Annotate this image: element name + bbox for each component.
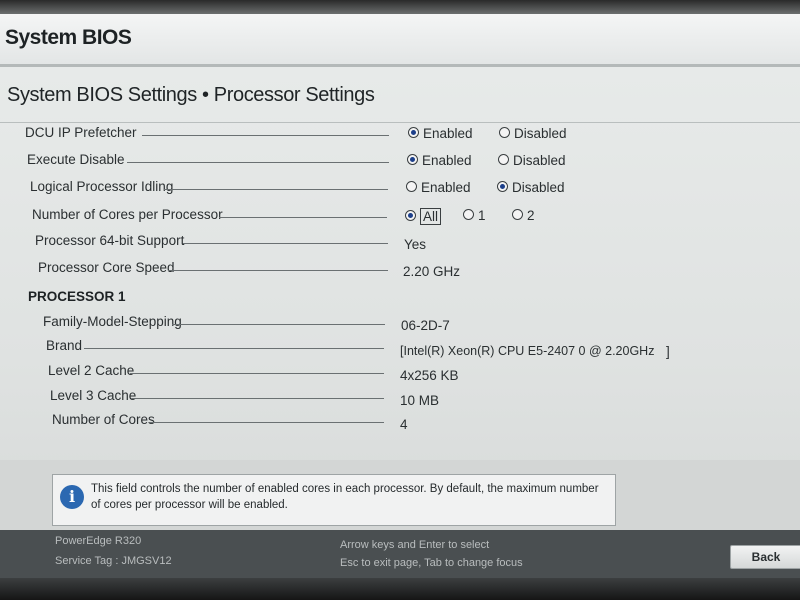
monitor-bezel-top xyxy=(0,0,800,14)
info-value: [Intel(R) Xeon(R) CPU E5-2407 0 @ 2.20GH… xyxy=(400,344,655,358)
leader-line xyxy=(164,189,388,190)
setting-row-dcu-ip-prefetcher: DCU IP Prefetcher Enabled Disabled xyxy=(0,123,760,145)
radio-selected-icon xyxy=(408,127,419,138)
leader-line xyxy=(131,398,384,399)
page-header: System BIOS Settings • Processor Setting… xyxy=(0,72,800,123)
setting-row-processor-64bit-support: Processor 64-bit Support Yes xyxy=(0,231,760,253)
bios-screen: System BIOS System BIOS Settings • Proce… xyxy=(0,0,800,600)
setting-label: Number of Cores per Processor xyxy=(32,207,223,222)
info-row-brand: Brand [Intel(R) Xeon(R) CPU E5-2407 0 @ … xyxy=(0,336,760,359)
radio-option-disabled[interactable]: Disabled xyxy=(498,153,566,168)
info-label: Brand xyxy=(46,338,83,353)
radio-unselected-icon xyxy=(498,154,509,165)
radio-option-enabled[interactable]: Enabled xyxy=(406,180,471,195)
leader-line xyxy=(84,348,384,349)
help-area: i This field controls the number of enab… xyxy=(0,460,800,530)
radio-unselected-icon xyxy=(512,209,523,220)
leader-line xyxy=(183,243,388,244)
radio-unselected-icon xyxy=(463,209,474,220)
setting-label: Processor 64-bit Support xyxy=(35,233,185,248)
radio-selected-icon xyxy=(407,154,418,165)
footer-bar: PowerEdge R320 Service Tag : JMGSV12 Arr… xyxy=(0,530,800,578)
radio-option-1[interactable]: 1 xyxy=(463,208,486,223)
navigation-hint: Arrow keys and Enter to select xyxy=(340,539,490,551)
exit-hint: Esc to exit page, Tab to change focus xyxy=(340,557,523,569)
info-row-number-of-cores: Number of Cores 4 xyxy=(0,410,760,432)
setting-label: DCU IP Prefetcher xyxy=(25,125,137,140)
info-label: Level 2 Cache xyxy=(48,363,135,378)
leader-line xyxy=(127,162,389,163)
setting-value: 2.20 GHz xyxy=(403,264,461,279)
setting-value: Yes xyxy=(404,237,427,252)
info-label: Family-Model-Stepping xyxy=(43,314,182,329)
leader-line xyxy=(168,270,388,271)
setting-label: Execute Disable xyxy=(27,152,125,167)
settings-content: DCU IP Prefetcher Enabled Disabled Execu… xyxy=(0,122,800,460)
info-label: Number of Cores xyxy=(52,412,155,427)
radio-option-enabled[interactable]: Enabled xyxy=(408,126,473,141)
info-value: 4x256 KB xyxy=(400,368,459,383)
info-value: 06-2D-7 xyxy=(401,318,450,333)
leader-line xyxy=(142,135,389,136)
radio-unselected-icon xyxy=(499,127,510,138)
setting-row-processor-core-speed: Processor Core Speed 2.20 GHz xyxy=(0,258,760,280)
processor1-heading: PROCESSOR 1 xyxy=(28,289,126,304)
info-label: Level 3 Cache xyxy=(50,388,137,403)
setting-label: Processor Core Speed xyxy=(38,260,175,275)
leader-line xyxy=(172,324,385,325)
radio-selected-icon xyxy=(405,210,416,221)
setting-label: Logical Processor Idling xyxy=(30,179,174,194)
leader-line xyxy=(130,373,384,374)
setting-row-logical-processor-idling: Logical Processor Idling Enabled Disable… xyxy=(0,177,760,199)
info-value: 4 xyxy=(400,417,408,432)
page-title: System BIOS Settings • Processor Setting… xyxy=(7,84,375,106)
window-title: System BIOS xyxy=(5,26,132,49)
monitor-bezel-bottom xyxy=(0,578,800,600)
info-row-level2-cache: Level 2 Cache 4x256 KB xyxy=(0,361,760,383)
radio-selected-icon xyxy=(497,181,508,192)
info-row-family-model-stepping: Family-Model-Stepping 06-2D-7 xyxy=(0,312,760,334)
radio-option-all[interactable]: All xyxy=(405,208,442,225)
radio-option-disabled[interactable]: Disabled xyxy=(499,126,567,141)
radio-option-enabled[interactable]: Enabled xyxy=(407,153,472,168)
setting-row-execute-disable: Execute Disable Enabled Disabled xyxy=(0,150,760,172)
service-tag: Service Tag : JMGSV12 xyxy=(55,555,172,567)
help-text: This field controls the number of enable… xyxy=(91,483,599,511)
leader-line xyxy=(150,422,384,423)
info-row-level3-cache: Level 3 Cache 10 MB xyxy=(0,386,760,408)
radio-option-disabled[interactable]: Disabled xyxy=(497,180,565,195)
radio-option-2[interactable]: 2 xyxy=(512,208,535,223)
radio-unselected-icon xyxy=(406,181,417,192)
info-value-bracket: ] xyxy=(666,344,670,359)
info-value: 10 MB xyxy=(400,393,440,408)
help-box: i This field controls the number of enab… xyxy=(52,474,616,526)
system-model: PowerEdge R320 xyxy=(55,535,142,547)
setting-row-number-of-cores-per-processor: Number of Cores per Processor All 1 2 xyxy=(0,205,760,227)
back-button[interactable]: Back xyxy=(730,545,800,569)
title-bar: System BIOS xyxy=(0,14,800,67)
info-icon: i xyxy=(60,485,84,509)
leader-line xyxy=(219,217,387,218)
